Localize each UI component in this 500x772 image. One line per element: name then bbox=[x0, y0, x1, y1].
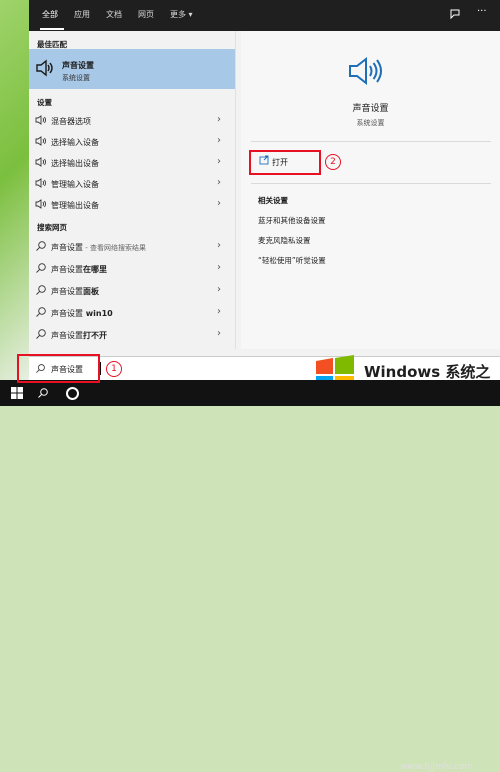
best-match-subtitle: 系统设置 bbox=[62, 74, 90, 82]
annotation-box-open bbox=[249, 150, 321, 175]
speaker-icon bbox=[35, 156, 47, 168]
web-result-label: 声音设置面板 bbox=[51, 287, 99, 296]
annotation-step-1: 1 bbox=[106, 361, 122, 377]
chevron-right-icon[interactable]: › bbox=[217, 135, 221, 146]
chevron-right-icon[interactable]: › bbox=[217, 306, 221, 317]
divider bbox=[251, 141, 491, 142]
web-search-header: 搜索网页 bbox=[37, 223, 67, 232]
web-result-item[interactable]: 声音设置打不开 › bbox=[29, 324, 235, 345]
speaker-icon bbox=[35, 177, 47, 189]
speaker-large-icon bbox=[347, 53, 383, 91]
web-result-label: 声音设置打不开 bbox=[51, 331, 107, 340]
chevron-right-icon[interactable]: › bbox=[217, 240, 221, 251]
list-item-label: 选择输入设备 bbox=[51, 138, 99, 147]
list-item[interactable]: 选择输入设备 › bbox=[29, 131, 235, 152]
speaker-icon bbox=[35, 58, 55, 80]
search-icon bbox=[35, 328, 47, 340]
chevron-right-icon[interactable]: › bbox=[217, 114, 221, 125]
search-icon bbox=[35, 284, 47, 296]
start-button-icon[interactable] bbox=[11, 387, 23, 401]
annotation-box-search bbox=[17, 354, 100, 383]
detail-subtitle: 系统设置 bbox=[356, 119, 385, 127]
list-item[interactable]: 混音器选项 › bbox=[29, 110, 235, 131]
best-match-item[interactable]: 声音设置 系统设置 bbox=[29, 49, 235, 89]
related-link-mic-privacy[interactable]: 麦克风隐私设置 bbox=[258, 235, 311, 246]
search-icon bbox=[35, 262, 47, 274]
web-result-label: 声音设置 - 查看网络搜索结果 bbox=[51, 243, 146, 252]
search-taskbar-icon[interactable] bbox=[37, 387, 49, 401]
list-item-label: 混音器选项 bbox=[51, 117, 91, 126]
chevron-right-icon[interactable]: › bbox=[217, 156, 221, 167]
tab-more[interactable]: 更多 ▾ bbox=[170, 9, 193, 20]
cortana-icon[interactable] bbox=[66, 387, 79, 400]
settings-header: 设置 bbox=[37, 98, 52, 107]
related-link-bluetooth[interactable]: 蓝牙和其他设备设置 bbox=[258, 215, 326, 226]
web-result-item[interactable]: 声音设置 win10 › bbox=[29, 302, 235, 323]
related-link-ease-of-access[interactable]: “轻松使用”听觉设置 bbox=[258, 255, 326, 266]
taskbar: www.bjjmlv.com bbox=[0, 380, 500, 772]
chevron-right-icon[interactable]: › bbox=[217, 328, 221, 339]
search-icon bbox=[35, 240, 47, 252]
tab-web[interactable]: 网页 bbox=[138, 9, 154, 20]
chevron-right-icon[interactable]: › bbox=[217, 177, 221, 188]
chevron-right-icon[interactable]: › bbox=[217, 262, 221, 273]
tab-apps[interactable]: 应用 bbox=[74, 9, 90, 20]
annotation-step-2: 2 bbox=[325, 154, 341, 170]
more-options-icon[interactable]: ··· bbox=[477, 6, 487, 17]
watermark-url: www.bjjmlv.com bbox=[400, 762, 473, 772]
list-item-label: 管理输出设备 bbox=[51, 201, 99, 210]
web-result-label: 声音设置在哪里 bbox=[51, 265, 107, 274]
list-item[interactable]: 选择输出设备 › bbox=[29, 152, 235, 173]
web-result-item[interactable]: 声音设置在哪里 › bbox=[29, 258, 235, 279]
active-tab-indicator bbox=[40, 28, 64, 30]
list-item[interactable]: 管理输入设备 › bbox=[29, 173, 235, 194]
speaker-icon bbox=[35, 198, 47, 210]
search-icon bbox=[35, 306, 47, 318]
list-item-label: 管理输入设备 bbox=[51, 180, 99, 189]
list-item-label: 选择输出设备 bbox=[51, 159, 99, 168]
web-result-item[interactable]: 声音设置面板 › bbox=[29, 280, 235, 301]
best-match-title: 声音设置 bbox=[62, 61, 94, 70]
web-result-label: 声音设置 win10 bbox=[51, 309, 113, 318]
speaker-icon bbox=[35, 135, 47, 147]
feedback-icon[interactable] bbox=[449, 8, 461, 22]
tab-documents[interactable]: 文档 bbox=[106, 9, 122, 20]
chevron-right-icon[interactable]: › bbox=[217, 284, 221, 295]
web-result-item[interactable]: 声音设置 - 查看网络搜索结果 › bbox=[29, 236, 235, 257]
text-cursor bbox=[100, 362, 101, 375]
divider bbox=[251, 183, 491, 184]
chevron-right-icon[interactable]: › bbox=[217, 198, 221, 209]
detail-title: 声音设置 bbox=[352, 104, 389, 114]
detail-pane: 声音设置 系统设置 打开 相关设置 bbox=[241, 31, 500, 349]
tab-all[interactable]: 全部 bbox=[42, 9, 58, 20]
speaker-icon bbox=[35, 114, 47, 126]
list-item[interactable]: 管理输出设备 › bbox=[29, 194, 235, 215]
related-settings-header: 相关设置 bbox=[258, 196, 288, 205]
search-filter-bar: 全部 应用 文档 网页 更多 ▾ ··· bbox=[29, 0, 500, 31]
